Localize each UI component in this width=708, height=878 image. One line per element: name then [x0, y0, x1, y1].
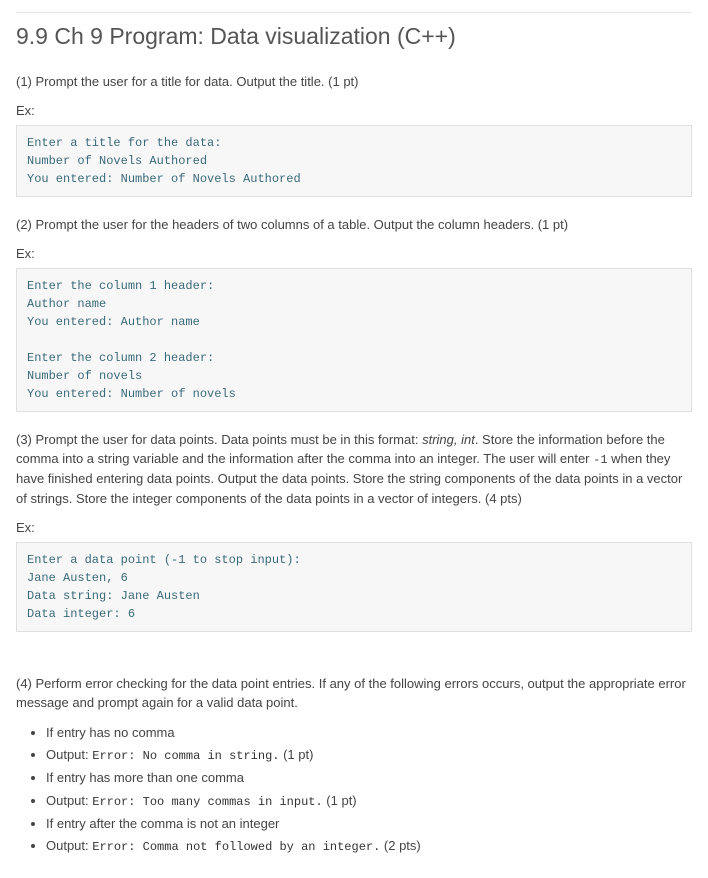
page-title: 9.9 Ch 9 Program: Data visualization (C+…: [16, 12, 692, 54]
example-label-2: Ex:: [16, 244, 692, 264]
list-item: If entry after the comma is not an integ…: [46, 814, 692, 834]
list-item: If entry has more than one comma: [46, 768, 692, 788]
step-3-text: (3) Prompt the user for data points. Dat…: [16, 430, 692, 509]
step-2-text: (2) Prompt the user for the headers of t…: [16, 215, 692, 235]
code-block-2: Enter the column 1 header: Author name Y…: [16, 268, 692, 412]
code-block-3: Enter a data point (-1 to stop input): J…: [16, 542, 692, 632]
points-1: (1 pt): [279, 747, 313, 762]
output-prefix: Output:: [46, 747, 92, 762]
step-3-part-a: (3) Prompt the user for data points. Dat…: [16, 432, 422, 447]
list-item: If entry has no comma: [46, 723, 692, 743]
example-label-1: Ex:: [16, 101, 692, 121]
error-too-many-commas: Error: Too many commas in input.: [92, 795, 322, 809]
code-block-1: Enter a title for the data: Number of No…: [16, 125, 692, 197]
error-not-integer: Error: Comma not followed by an integer.: [92, 840, 380, 854]
step-4-text: (4) Perform error checking for the data …: [16, 674, 692, 713]
error-list: If entry has no comma Output: Error: No …: [46, 723, 692, 857]
output-prefix: Output:: [46, 793, 92, 808]
list-item: Output: Error: Too many commas in input.…: [46, 791, 692, 811]
points-1: (1 pt): [323, 793, 357, 808]
output-prefix: Output:: [46, 838, 92, 853]
step-1-text: (1) Prompt the user for a title for data…: [16, 72, 692, 92]
neg-one-literal: -1: [593, 453, 607, 467]
list-item: Output: Error: No comma in string. (1 pt…: [46, 745, 692, 765]
example-label-3: Ex:: [16, 518, 692, 538]
points-2: (2 pts): [380, 838, 420, 853]
error-no-comma: Error: No comma in string.: [92, 749, 279, 763]
list-item: Output: Error: Comma not followed by an …: [46, 836, 692, 856]
format-string: string, int: [422, 432, 475, 447]
